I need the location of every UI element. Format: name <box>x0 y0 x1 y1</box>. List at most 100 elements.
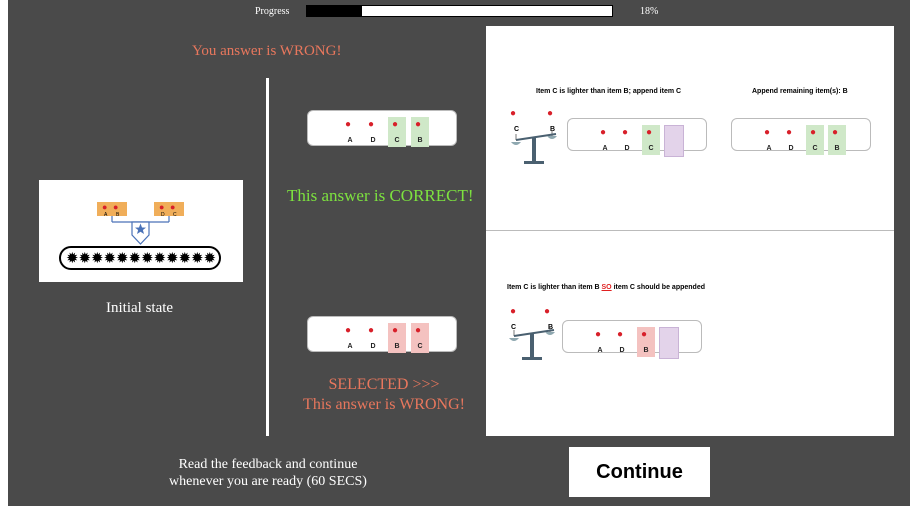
pan-label: C <box>173 212 177 218</box>
initial-state-image: ● ● ● ● A B D C ✹ ✹ ✹ ✹ ✹ ✹ ✹ ✹ ✹ ✹ ✹ ✹ <box>39 180 243 282</box>
gear-icon: ✹ <box>91 250 104 267</box>
sequence-slot: ● B <box>388 323 406 353</box>
answer-option-selected: ● A ● D ● B ● C <box>307 316 457 353</box>
wrong-explanation-title: Item C is lighter than item B SO item C … <box>507 284 705 291</box>
svg-text:●: ● <box>159 202 164 212</box>
gear-icon: ✹ <box>66 250 79 267</box>
slot-label: D <box>370 343 376 350</box>
sequence-slot: ● D <box>782 125 800 155</box>
slot-label: B <box>834 145 840 152</box>
apple-icon: ● <box>622 127 629 138</box>
svg-text:●: ● <box>102 202 107 212</box>
apple-icon: ● <box>810 127 817 138</box>
progress-bar <box>306 5 613 17</box>
selected-answer-label: SELECTED >>> This answer is WRONG! <box>274 375 494 415</box>
instruction-line: whenever you are ready (60 SECS) <box>169 474 367 489</box>
apple-icon: ● <box>392 325 399 336</box>
progress-bar-fill <box>307 6 362 16</box>
apple-icon: ● <box>786 127 793 138</box>
gear-icon: ✹ <box>141 250 154 267</box>
gear-icon: ✹ <box>166 250 179 267</box>
feedback-step2-sequence: ● A ● D ● C ● B <box>731 118 871 155</box>
slot-label: A <box>347 137 353 144</box>
apple-icon: ● <box>646 127 653 138</box>
apple-icon: ● <box>415 119 422 130</box>
sequence-slot: ● A <box>341 323 359 353</box>
apple-icon: ● <box>832 127 839 138</box>
sequence-slot: ● A <box>341 117 359 147</box>
apple-icon: ● <box>345 325 352 336</box>
sequence-slot: ● C <box>642 125 660 155</box>
gear-icon: ✹ <box>179 250 192 267</box>
apple-icon: ● <box>345 119 352 130</box>
apple-icon: ● <box>641 329 648 340</box>
balance-scale-icon: ● ● ● ● A B D C <box>97 202 184 245</box>
svg-text:●: ● <box>113 202 118 212</box>
balance-scale-icon: ● ● C B <box>506 108 566 168</box>
step1-title: Item C is lighter than item B; append it… <box>536 88 682 95</box>
sequence-slot: ● A <box>596 125 614 155</box>
slot-label: D <box>619 347 625 354</box>
progress-value: 18% <box>640 6 659 17</box>
slot-label: D <box>624 145 630 152</box>
sequence-slot: ● C <box>411 323 429 353</box>
feedback-wrong-sequence: ● A ● D ● B <box>562 320 702 359</box>
apple-icon: ● <box>368 119 375 130</box>
gear-icon: ✹ <box>204 250 217 267</box>
gear-icon: ✹ <box>191 250 204 267</box>
divider <box>266 78 269 436</box>
sequence-slot <box>664 125 684 157</box>
answer-option-correct: ● A ● D ● C ● B <box>307 110 457 147</box>
svg-text:●: ● <box>170 202 175 212</box>
sequence-slot: ● B <box>828 125 846 155</box>
continue-button[interactable]: Continue <box>569 447 710 497</box>
slot-label: A <box>766 145 772 152</box>
gear-icon: ✹ <box>116 250 129 267</box>
experiment-screen: Progress 18% You answer is WRONG! ● ● ● … <box>8 0 910 506</box>
gear-icon: ✹ <box>79 250 92 267</box>
slot-label: C <box>394 137 400 144</box>
conveyor-belt-icon: ✹ ✹ ✹ ✹ ✹ ✹ ✹ ✹ ✹ ✹ ✹ ✹ <box>59 246 221 270</box>
sequence-slot: ● D <box>364 323 382 353</box>
sequence-slot: ● A <box>760 125 778 155</box>
sequence-slot: ● D <box>618 125 636 155</box>
slot-label: A <box>597 347 603 354</box>
gear-icon: ✹ <box>154 250 167 267</box>
progress-label: Progress <box>255 6 290 17</box>
sequence-slot: ● C <box>388 117 406 147</box>
feedback-step1-sequence: ● A ● D ● C <box>567 118 707 157</box>
feedback-panel: Item C is lighter than item B; append it… <box>486 26 894 436</box>
gear-icon: ✹ <box>129 250 142 267</box>
panel-divider <box>486 230 894 231</box>
sequence-slot: ● B <box>637 327 655 357</box>
slot-label: D <box>788 145 794 152</box>
apple-icon: ● <box>764 127 771 138</box>
sequence-slot <box>659 327 679 359</box>
slot-label: C <box>417 343 423 350</box>
sequence-slot: ● C <box>806 125 824 155</box>
sequence-slot: ● D <box>613 327 631 357</box>
slot-label: D <box>370 137 376 144</box>
correct-answer-label: This answer is CORRECT! <box>287 186 474 205</box>
wrong-answer-label: This answer is WRONG! <box>303 396 465 413</box>
slot-label: C <box>648 145 654 152</box>
slot-label: C <box>812 145 818 152</box>
apple-icon: ● <box>392 119 399 130</box>
apple-icon: ● <box>595 329 602 340</box>
slot-label: B <box>643 347 649 354</box>
slot-label: B <box>417 137 423 144</box>
gear-icon: ✹ <box>104 250 117 267</box>
selected-marker: SELECTED >>> <box>328 376 440 393</box>
slot-label: A <box>347 343 353 350</box>
apple-icon: ● <box>368 325 375 336</box>
slot-label: A <box>602 145 608 152</box>
feedback-message: You answer is WRONG! <box>192 43 342 59</box>
step2-title: Append remaining item(s): B <box>752 88 848 95</box>
sequence-slot: ● D <box>364 117 382 147</box>
sequence-slot: ● B <box>411 117 429 147</box>
apple-icon: ● <box>617 329 624 340</box>
pan-label: D <box>161 212 165 218</box>
sequence-slot: ● A <box>591 327 609 357</box>
apple-icon: ● <box>600 127 607 138</box>
slot-label: B <box>394 343 400 350</box>
